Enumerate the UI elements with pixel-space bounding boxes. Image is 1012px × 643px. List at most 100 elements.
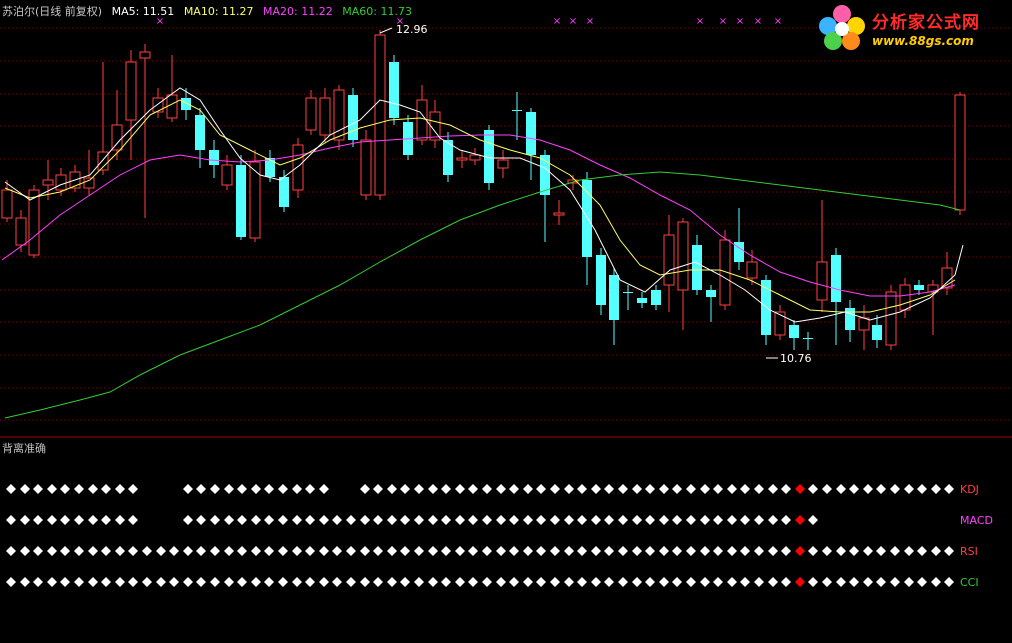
diamond-marker xyxy=(645,515,655,525)
candle-body-down xyxy=(279,177,289,207)
candle-body-up xyxy=(319,97,331,136)
diamond-marker xyxy=(428,546,438,556)
diamond-marker xyxy=(523,515,533,525)
diamond-marker xyxy=(441,546,451,556)
candle-body-down xyxy=(512,110,522,111)
diamond-marker xyxy=(781,577,791,587)
diamond-marker xyxy=(931,577,941,587)
diamond-marker xyxy=(264,515,274,525)
diamond-marker xyxy=(686,577,696,587)
diamond-marker xyxy=(332,546,342,556)
diamond-marker xyxy=(550,546,560,556)
diamond-marker xyxy=(60,484,70,494)
high-pointer xyxy=(379,27,393,34)
diamond-marker xyxy=(360,515,370,525)
diamond-marker xyxy=(700,546,710,556)
diamond-marker xyxy=(74,577,84,587)
diamond-marker xyxy=(6,577,16,587)
diamond-marker xyxy=(754,546,764,556)
candlestick-chart[interactable]: × × × × × × × × × ×12.9610.76 xyxy=(0,0,1012,643)
diamond-marker xyxy=(591,546,601,556)
candle-body-up xyxy=(663,234,675,286)
diamond-marker xyxy=(428,577,438,587)
diamond-marker xyxy=(645,577,655,587)
diamond-marker xyxy=(496,577,506,587)
top-marker: × xyxy=(553,16,561,27)
diamond-marker xyxy=(632,546,642,556)
diamond-marker xyxy=(20,546,30,556)
diamond-marker xyxy=(88,546,98,556)
diamond-marker xyxy=(632,577,642,587)
candle-body-up xyxy=(553,212,565,216)
diamond-marker xyxy=(876,577,886,587)
candle-body-down xyxy=(845,308,855,330)
indicator-label-cci: CCI xyxy=(960,576,979,589)
diamond-marker xyxy=(496,484,506,494)
diamond-marker xyxy=(196,515,206,525)
diamond-marker xyxy=(88,515,98,525)
diamond-marker xyxy=(6,546,16,556)
diamond-marker xyxy=(210,484,220,494)
diamond-marker xyxy=(47,484,57,494)
diamond-marker xyxy=(917,577,927,587)
diamond-marker xyxy=(822,577,832,587)
diamond-marker xyxy=(890,484,900,494)
diamond-marker xyxy=(917,546,927,556)
diamond-marker xyxy=(74,515,84,525)
diamond-marker xyxy=(237,577,247,587)
diamond-marker xyxy=(604,546,614,556)
diamond-marker xyxy=(142,546,152,556)
diamond-marker xyxy=(428,515,438,525)
diamond-marker xyxy=(482,577,492,587)
diamond-marker xyxy=(523,577,533,587)
diamond-marker xyxy=(768,484,778,494)
diamond-marker xyxy=(60,515,70,525)
candle-body-up xyxy=(166,94,178,119)
diamond-marker xyxy=(196,546,206,556)
diamond-marker xyxy=(768,515,778,525)
diamond-marker xyxy=(224,546,234,556)
indicator-pane-title: 背离准确 xyxy=(2,442,46,455)
candle-body-down xyxy=(609,275,619,320)
candle-body-down xyxy=(195,115,205,150)
diamond-marker xyxy=(128,546,138,556)
diamond-marker xyxy=(455,546,465,556)
diamond-marker xyxy=(740,484,750,494)
diamond-marker xyxy=(672,577,682,587)
diamond-marker xyxy=(904,484,914,494)
diamond-marker xyxy=(142,577,152,587)
diamond-marker xyxy=(509,577,519,587)
diamond-marker xyxy=(808,515,818,525)
diamond-marker xyxy=(822,484,832,494)
candle-body-down xyxy=(789,325,799,338)
diamond-marker xyxy=(387,515,397,525)
candle-body-up xyxy=(954,94,966,211)
diamond-marker xyxy=(591,515,601,525)
diamond-marker xyxy=(414,484,424,494)
diamond-marker xyxy=(88,484,98,494)
diamond-marker xyxy=(332,515,342,525)
candle-body-down xyxy=(803,338,813,339)
diamond-marker xyxy=(781,546,791,556)
candle-body-up xyxy=(1,189,13,219)
diamond-marker xyxy=(128,577,138,587)
diamond-marker xyxy=(740,515,750,525)
diamond-marker xyxy=(618,515,628,525)
diamond-marker xyxy=(795,515,805,525)
diamond-marker xyxy=(618,577,628,587)
diamond-marker xyxy=(251,546,261,556)
diamond-marker xyxy=(468,577,478,587)
candle-body-up xyxy=(83,177,95,189)
diamond-marker xyxy=(468,484,478,494)
diamond-marker xyxy=(224,577,234,587)
diamond-marker xyxy=(768,577,778,587)
diamond-marker xyxy=(237,484,247,494)
candle-body-up xyxy=(899,284,911,311)
diamond-marker xyxy=(686,515,696,525)
diamond-marker xyxy=(931,484,941,494)
diamond-marker xyxy=(441,484,451,494)
indicator-label-kdj: KDJ xyxy=(960,483,979,496)
diamond-marker xyxy=(672,484,682,494)
diamond-marker xyxy=(441,515,451,525)
candle-body-up xyxy=(816,261,828,301)
